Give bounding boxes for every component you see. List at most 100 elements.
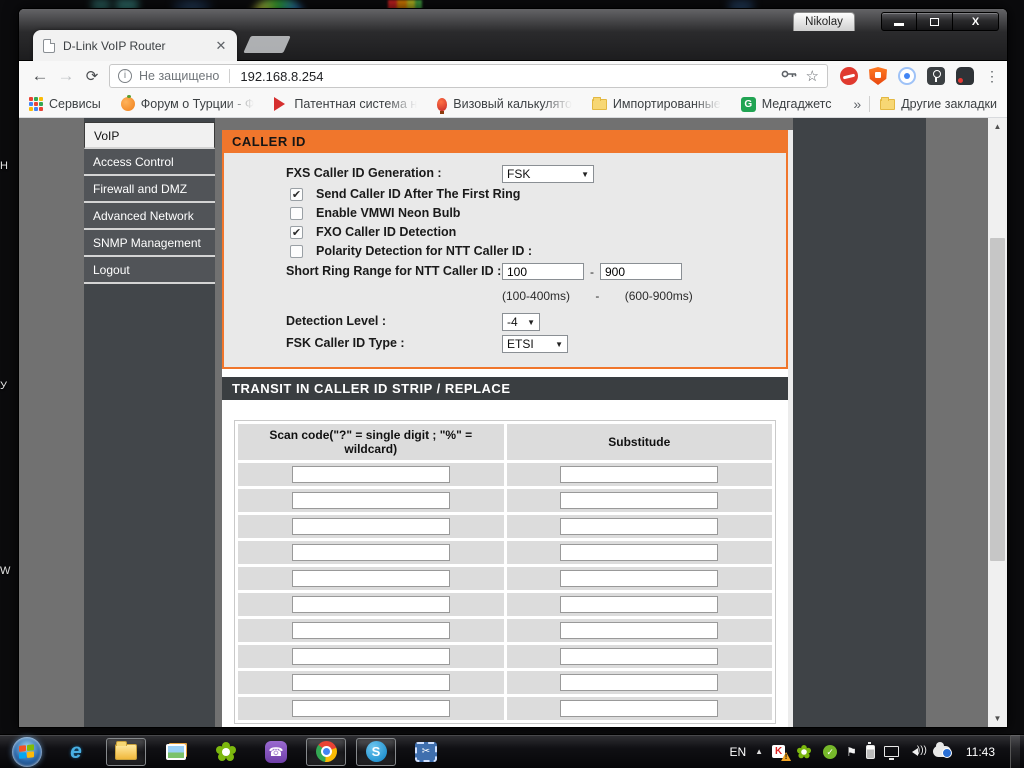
extension-icon-shield[interactable] — [869, 67, 887, 85]
taskbar-photos-button[interactable] — [156, 738, 196, 766]
forward-button[interactable]: → — [53, 66, 79, 86]
taskbar-chrome-button[interactable] — [306, 737, 346, 766]
taskbar-snipping-button[interactable]: ✂ — [406, 738, 446, 766]
taskbar-viber-button[interactable]: ☎ — [256, 738, 296, 766]
scan-code-input[interactable] — [291, 518, 450, 535]
bookmarks-overflow-button[interactable]: » — [853, 96, 861, 112]
detection-level-select[interactable]: -4 ▼ — [502, 313, 540, 331]
start-button[interactable] — [12, 736, 42, 767]
network-icon[interactable] — [883, 746, 899, 760]
scan-code-input[interactable] — [291, 492, 450, 509]
taskbar-explorer-button[interactable] — [106, 737, 146, 766]
substitute-input[interactable] — [560, 700, 719, 717]
show-desktop-button[interactable] — [1010, 734, 1020, 768]
tab-close-icon[interactable]: ✕ — [213, 38, 229, 54]
volume-icon[interactable]: ))) — [908, 745, 927, 759]
kaspersky-icon[interactable]: K — [772, 745, 786, 758]
scan-code-input[interactable] — [291, 622, 450, 639]
url-text[interactable]: 192.168.8.254 — [240, 69, 772, 84]
chrome-profile-button[interactable]: Nikolay — [793, 12, 855, 31]
extension-icon-pin[interactable] — [927, 67, 945, 85]
fsk-type-label: FSK Caller ID Type : — [286, 336, 405, 350]
scan-code-input[interactable] — [291, 648, 450, 665]
cloud-sync-icon[interactable] — [932, 742, 952, 758]
bookmark-forum[interactable]: Форум о Турции - Ф — [120, 95, 255, 111]
tab-title: D-Link VoIP Router — [63, 38, 166, 53]
bookmark-star-icon[interactable]: ☆ — [806, 67, 819, 85]
bookmark-patent[interactable]: Патентная система н — [274, 97, 417, 111]
short-ring-max-input[interactable] — [600, 263, 682, 280]
taskbar-skype-button[interactable]: S — [356, 737, 396, 766]
back-button[interactable]: ← — [27, 66, 53, 86]
scroll-up-button[interactable]: ▲ — [988, 118, 1007, 135]
battery-icon[interactable] — [865, 741, 875, 759]
sidebar-item-firewall-dmz[interactable]: Firewall and DMZ — [84, 176, 215, 203]
reload-button[interactable]: ⟳ — [79, 67, 105, 85]
short-ring-min-input[interactable] — [502, 263, 584, 280]
clock[interactable]: 11:43 — [966, 745, 995, 759]
icq-tray-icon[interactable] — [797, 744, 812, 759]
info-icon[interactable]: i — [118, 69, 132, 83]
new-tab-button[interactable] — [243, 36, 291, 53]
fxo-detection-checkbox[interactable] — [290, 225, 303, 239]
scan-code-input[interactable] — [291, 570, 450, 587]
browser-tab[interactable]: D-Link VoIP Router ✕ — [33, 30, 237, 61]
substitute-input[interactable] — [560, 466, 719, 483]
extension-icon-blue[interactable] — [898, 67, 916, 85]
substitute-input[interactable] — [560, 648, 719, 665]
bookmark-medgadgets[interactable]: G Медгаджетс — [740, 96, 832, 112]
scrollbar-thumb[interactable] — [990, 238, 1005, 561]
table-row — [238, 567, 772, 590]
substitute-input[interactable] — [560, 570, 719, 587]
sidebar-item-logout[interactable]: Logout — [84, 257, 215, 284]
substitute-input[interactable] — [560, 674, 719, 691]
substitute-input[interactable] — [560, 492, 719, 509]
page-scrollbar[interactable]: ▲ ▼ — [988, 118, 1007, 727]
substitute-input[interactable] — [560, 518, 719, 535]
range-hint-max: (600-900ms) — [624, 289, 693, 303]
scan-code-input[interactable] — [291, 674, 450, 691]
taskbar-ie-button[interactable]: e — [56, 738, 96, 766]
fsk-type-select[interactable]: ETSI ▼ — [502, 335, 568, 353]
action-center-flag-icon[interactable]: ⚑ — [846, 745, 857, 759]
extension-icon-dark[interactable] — [956, 67, 974, 85]
window-titlebar[interactable]: Nikolay X D-Link VoIP Router ✕ — [19, 9, 1007, 61]
substitute-input[interactable] — [560, 622, 719, 639]
extension-icon-red[interactable] — [840, 67, 858, 85]
caller-id-form: FXS Caller ID Generation : FSK ▼ Send Ca… — [222, 153, 788, 369]
range-hint-sep: - — [595, 289, 600, 303]
maximize-icon — [930, 17, 939, 26]
close-button[interactable]: X — [953, 12, 999, 31]
address-bar[interactable]: i Не защищено 192.168.8.254 ☆ — [109, 64, 828, 88]
bookmark-visa[interactable]: Визовый калькулято — [437, 97, 572, 114]
scroll-down-button[interactable]: ▼ — [988, 710, 1007, 727]
vmwi-neon-bulb-checkbox[interactable] — [290, 206, 303, 220]
show-hidden-icons-button[interactable]: ▲ — [755, 747, 763, 756]
sidebar-item-access-control[interactable]: Access Control — [84, 149, 215, 176]
taskbar-icq-button[interactable] — [206, 738, 246, 766]
fxs-generation-select[interactable]: FSK ▼ — [502, 165, 594, 183]
sidebar-item-advanced-network[interactable]: Advanced Network — [84, 203, 215, 230]
scan-code-input[interactable] — [291, 700, 450, 717]
language-indicator[interactable]: EN — [730, 745, 747, 759]
scan-code-input[interactable] — [291, 544, 450, 561]
scan-code-input[interactable] — [291, 596, 450, 613]
polarity-detection-checkbox[interactable] — [290, 244, 303, 258]
snipping-tool-icon: ✂ — [415, 741, 437, 762]
sidebar-item-voip[interactable]: VoIP — [84, 122, 215, 149]
bookmark-imported[interactable]: Импортированные — [591, 96, 721, 111]
other-bookmarks-button[interactable]: Другие закладки — [880, 96, 997, 111]
windows-logo-icon — [19, 743, 35, 760]
substitute-input[interactable] — [560, 596, 719, 613]
substitute-input[interactable] — [560, 544, 719, 561]
scan-code-input[interactable] — [291, 466, 450, 483]
maximize-button[interactable] — [917, 12, 953, 31]
green-check-icon[interactable]: ✓ — [823, 744, 838, 759]
bookmark-label: Форум о Турции - Ф — [140, 97, 255, 111]
send-caller-id-checkbox[interactable] — [290, 187, 303, 201]
minimize-button[interactable] — [881, 12, 917, 31]
password-key-icon[interactable] — [781, 67, 798, 85]
chrome-menu-icon[interactable]: ⋮ — [985, 69, 999, 83]
sidebar-item-snmp[interactable]: SNMP Management — [84, 230, 215, 257]
bookmark-services[interactable]: Сервисы — [29, 97, 101, 111]
